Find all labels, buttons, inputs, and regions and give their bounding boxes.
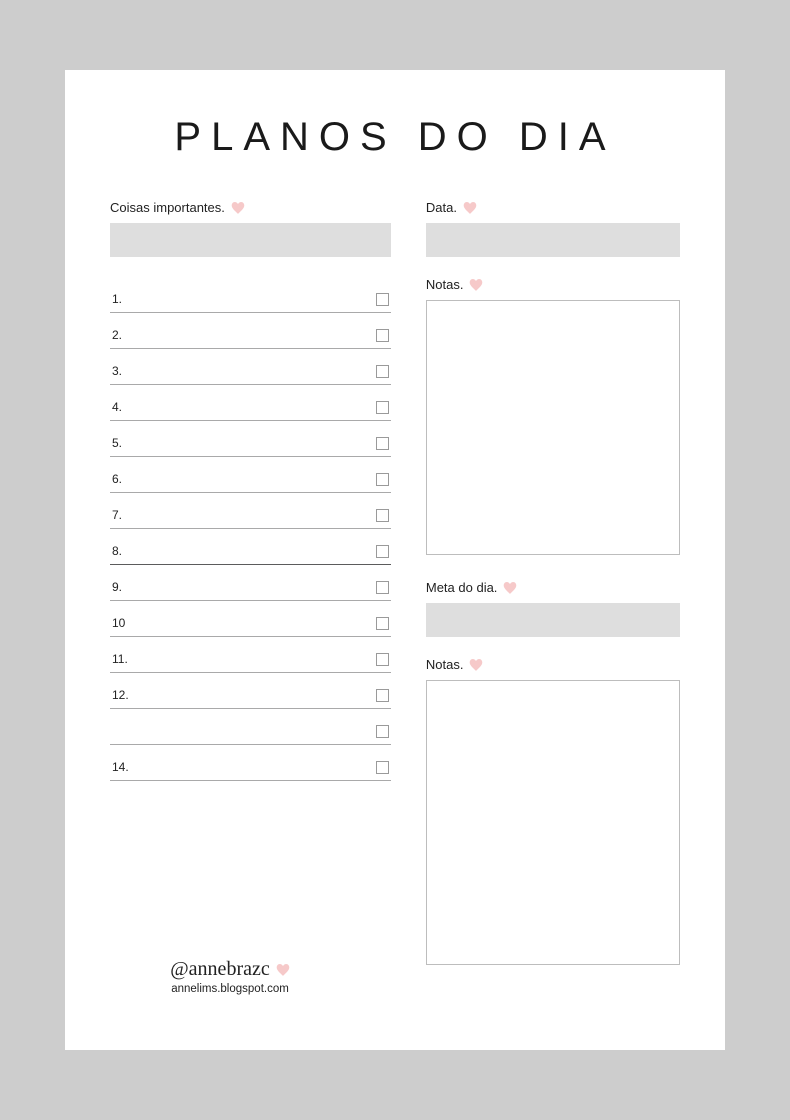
author-url: annelims.blogspot.com [65, 983, 395, 995]
notes1-label: Notas. [426, 277, 680, 292]
right-column: Data. Notas. Meta do dia. [426, 200, 680, 965]
notes1-box[interactable] [426, 300, 680, 555]
task-number: 4. [110, 400, 122, 416]
task-number: 1. [110, 292, 122, 308]
task-checkbox[interactable] [376, 689, 389, 702]
columns: Coisas importantes. 1. 2. 3. 4. 5. 6. 7.… [110, 200, 680, 965]
notes1-label-text: Notas. [426, 277, 464, 292]
author-handle-text: @annebrazc [170, 958, 269, 981]
task-row: 1. [110, 277, 391, 313]
task-row: 2. [110, 313, 391, 349]
heart-icon [469, 659, 483, 671]
task-checkbox[interactable] [376, 509, 389, 522]
task-number: 7. [110, 508, 122, 524]
task-row [110, 709, 391, 745]
heart-icon [231, 202, 245, 214]
task-number: 6. [110, 472, 122, 488]
goal-input-bar[interactable] [426, 603, 680, 637]
task-number: 10 [110, 616, 125, 632]
goal-label: Meta do dia. [426, 580, 680, 595]
notes2-label: Notas. [426, 657, 680, 672]
task-row: 3. [110, 349, 391, 385]
task-number: 12. [110, 688, 129, 704]
task-checkbox[interactable] [376, 653, 389, 666]
task-number: 8. [110, 544, 122, 560]
task-number: 2. [110, 328, 122, 344]
important-label-text: Coisas importantes. [110, 200, 225, 215]
task-checkbox[interactable] [376, 293, 389, 306]
important-label: Coisas importantes. [110, 200, 391, 215]
task-row: 12. [110, 673, 391, 709]
notes2-box[interactable] [426, 680, 680, 965]
task-row: 10 [110, 601, 391, 637]
notes2-label-text: Notas. [426, 657, 464, 672]
planner-page: PLANOS DO DIA Coisas importantes. 1. 2. … [65, 70, 725, 1050]
task-checkbox[interactable] [376, 365, 389, 378]
left-column: Coisas importantes. 1. 2. 3. 4. 5. 6. 7.… [110, 200, 391, 965]
task-row: 8. [110, 529, 391, 565]
task-checkbox[interactable] [376, 473, 389, 486]
task-number: 3. [110, 364, 122, 380]
task-row: 9. [110, 565, 391, 601]
date-input-bar[interactable] [426, 223, 680, 257]
task-checkbox[interactable] [376, 401, 389, 414]
task-row: 5. [110, 421, 391, 457]
task-row: 14. [110, 745, 391, 781]
task-number: 9. [110, 580, 122, 596]
task-checkbox[interactable] [376, 329, 389, 342]
date-label-text: Data. [426, 200, 457, 215]
task-checkbox[interactable] [376, 761, 389, 774]
task-number [110, 738, 112, 740]
task-checkbox[interactable] [376, 545, 389, 558]
author-handle: @annebrazc [170, 958, 289, 981]
date-label: Data. [426, 200, 680, 215]
task-list: 1. 2. 3. 4. 5. 6. 7. 8. 9. 10 11. 12. 14… [110, 277, 391, 781]
heart-icon [503, 582, 517, 594]
heart-icon [469, 279, 483, 291]
goal-label-text: Meta do dia. [426, 580, 498, 595]
task-checkbox[interactable] [376, 581, 389, 594]
important-input-bar[interactable] [110, 223, 391, 257]
task-number: 14. [110, 760, 129, 776]
footer: @annebrazc annelims.blogspot.com [65, 958, 395, 995]
task-number: 5. [110, 436, 122, 452]
task-row: 4. [110, 385, 391, 421]
task-checkbox[interactable] [376, 437, 389, 450]
page-title: PLANOS DO DIA [110, 115, 680, 160]
task-checkbox[interactable] [376, 725, 389, 738]
task-row: 7. [110, 493, 391, 529]
heart-icon [463, 202, 477, 214]
task-row: 6. [110, 457, 391, 493]
task-checkbox[interactable] [376, 617, 389, 630]
task-row: 11. [110, 637, 391, 673]
task-number: 11. [110, 652, 128, 668]
heart-icon [276, 964, 290, 976]
